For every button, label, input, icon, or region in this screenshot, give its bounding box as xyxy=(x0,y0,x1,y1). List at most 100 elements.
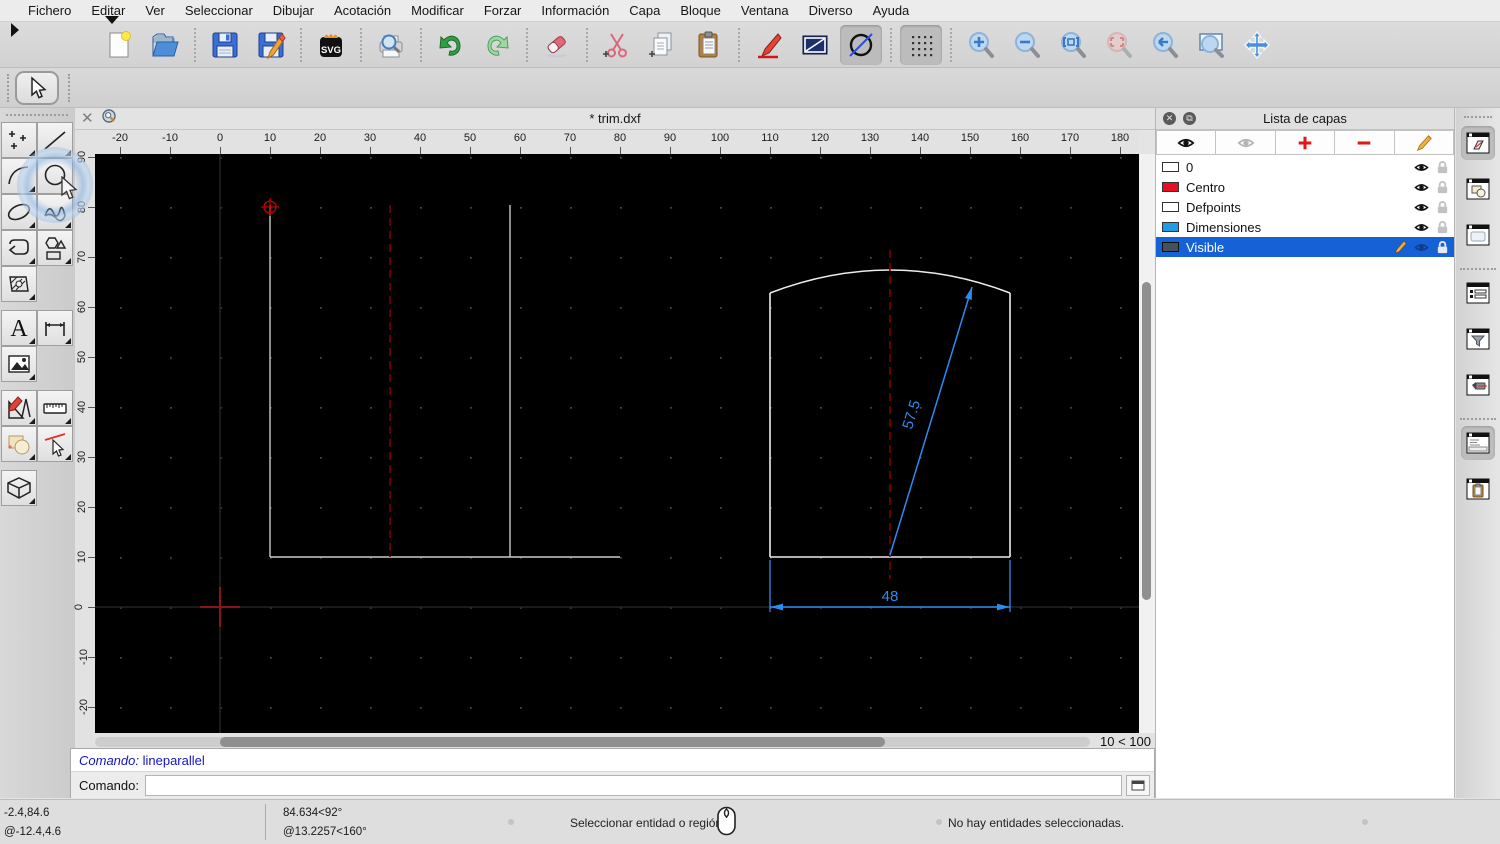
toolbar-drag-handle[interactable] xyxy=(68,74,70,102)
horizontal-scrollbar[interactable] xyxy=(95,737,1090,747)
panel-layer-list-toggle[interactable] xyxy=(1461,276,1495,310)
zoom-previous-button[interactable] xyxy=(1144,25,1186,65)
menu-item-diverso[interactable]: Diverso xyxy=(799,0,863,22)
horizontal-scrollbar-thumb[interactable] xyxy=(220,737,885,747)
layer-row-dimensiones[interactable]: Dimensiones xyxy=(1156,217,1454,237)
toolbar-drag-handle[interactable] xyxy=(7,74,9,102)
palette-drag-handle[interactable] xyxy=(6,114,68,116)
line-attributes-icon xyxy=(800,30,830,60)
dock-strip-handle[interactable] xyxy=(1464,116,1492,118)
circle-tool-button[interactable] xyxy=(37,158,73,194)
open-folder-button[interactable] xyxy=(144,25,186,65)
svg-export-button[interactable]: SVG xyxy=(310,25,352,65)
circle-slash-button[interactable] xyxy=(840,24,882,65)
layer-lock-icon[interactable] xyxy=(1435,160,1450,175)
spline-tool-button[interactable] xyxy=(37,194,73,230)
grid-toggle-button[interactable] xyxy=(900,24,942,65)
layer-lock-icon[interactable] xyxy=(1435,220,1450,235)
print-preview-button[interactable] xyxy=(370,25,412,65)
pen-button[interactable] xyxy=(748,25,790,65)
menu-item-acotacion[interactable]: Acotación xyxy=(324,0,401,22)
layer-visibility-icon[interactable] xyxy=(1414,240,1429,255)
pencil-small-icon[interactable] xyxy=(1393,239,1408,255)
arc-tool-button[interactable] xyxy=(1,158,37,194)
line-tool-button[interactable] xyxy=(37,122,73,158)
zoom-in-button[interactable] xyxy=(960,25,1002,65)
menu-item-dibujar[interactable]: Dibujar xyxy=(263,0,324,22)
hruler-tick xyxy=(620,147,621,154)
panel-filter-toggle[interactable] xyxy=(1461,322,1495,356)
undo-button[interactable] xyxy=(430,25,472,65)
layer-visibility-icon[interactable] xyxy=(1414,160,1429,175)
delete-button[interactable] xyxy=(536,25,578,65)
menu-item-bloque[interactable]: Bloque xyxy=(670,0,730,22)
eye-gray-button[interactable] xyxy=(1216,130,1276,155)
menu-item-ver[interactable]: Ver xyxy=(135,0,175,22)
undo-icon xyxy=(436,30,466,60)
layer-lock-icon[interactable] xyxy=(1435,240,1450,255)
edit-layer-button[interactable] xyxy=(1394,130,1455,155)
layer-visibility-icon[interactable] xyxy=(1414,180,1429,195)
menu-item-capa[interactable]: Capa xyxy=(619,0,670,22)
save-button[interactable] xyxy=(204,25,246,65)
modify-tool-button[interactable] xyxy=(1,390,37,426)
divide-tool-button[interactable] xyxy=(37,426,73,462)
panel-command-toggle[interactable] xyxy=(1461,426,1495,460)
image-tool-button[interactable] xyxy=(1,346,37,382)
layer-lock-icon[interactable] xyxy=(1435,200,1450,215)
menu-item-ventana[interactable]: Ventana xyxy=(731,0,799,22)
zoom-auto-button[interactable] xyxy=(1052,25,1094,65)
menu-item-forzar[interactable]: Forzar xyxy=(474,0,532,22)
statusbar-divider xyxy=(265,804,266,840)
line-attributes-button[interactable] xyxy=(794,25,836,65)
vertical-scrollbar[interactable] xyxy=(1139,154,1155,733)
polyline-tool-button[interactable] xyxy=(1,230,37,266)
submenu-corner xyxy=(29,222,35,228)
redo-button[interactable] xyxy=(476,25,518,65)
measure-tool-button[interactable] xyxy=(37,390,73,426)
points-tool-button[interactable] xyxy=(1,122,37,158)
save-as-button[interactable] xyxy=(250,25,292,65)
new-file-button[interactable] xyxy=(98,25,140,65)
drawing-canvas[interactable]: 57.5 48 xyxy=(95,154,1139,733)
modify2-tool-button[interactable] xyxy=(1,426,37,462)
command-detach-button[interactable] xyxy=(1126,774,1150,796)
hatch-tool-button[interactable] xyxy=(1,266,37,302)
solid-tool-button[interactable] xyxy=(1,470,37,506)
layer-row-defpoints[interactable]: Defpoints xyxy=(1156,197,1454,217)
layer-visibility-icon[interactable] xyxy=(1414,220,1429,235)
menu-item-ayuda[interactable]: Ayuda xyxy=(863,0,920,22)
text-tool-button[interactable]: A xyxy=(1,310,37,346)
remove-layer-button[interactable] xyxy=(1335,130,1395,155)
panel-clipboard-toggle[interactable] xyxy=(1461,472,1495,506)
zoom-out-button[interactable] xyxy=(1006,25,1048,65)
panel-pen-palette-toggle[interactable] xyxy=(1461,368,1495,402)
panel-layers-toggle[interactable] xyxy=(1461,126,1495,160)
layer-row-centro[interactable]: Centro xyxy=(1156,177,1454,197)
copy-button[interactable] xyxy=(642,25,684,65)
layer-lock-icon[interactable] xyxy=(1435,180,1450,195)
hruler-tick xyxy=(1070,147,1071,154)
eye-button[interactable] xyxy=(1156,130,1217,155)
panel-library-toggle[interactable] xyxy=(1461,218,1495,252)
ellipse-tool-button[interactable] xyxy=(1,194,37,230)
add-layer-button[interactable] xyxy=(1275,130,1336,155)
panel-blocks-toggle[interactable] xyxy=(1461,172,1495,206)
vertical-scrollbar-thumb[interactable] xyxy=(1142,282,1151,600)
zoom-window-button[interactable] xyxy=(1190,25,1232,65)
paste-button[interactable] xyxy=(688,25,730,65)
layer-visibility-icon[interactable] xyxy=(1414,200,1429,215)
hruler-label: 20 xyxy=(313,132,327,144)
menu-item-informacion[interactable]: Información xyxy=(531,0,619,22)
menu-item-fichero[interactable]: Fichero xyxy=(18,0,81,22)
menu-item-seleccionar[interactable]: Seleccionar xyxy=(175,0,263,22)
back-to-selection-button[interactable] xyxy=(15,71,59,105)
dimension-tool-button[interactable] xyxy=(37,310,73,346)
layer-row-visible[interactable]: Visible xyxy=(1156,237,1454,257)
cut-button[interactable] xyxy=(596,25,638,65)
layer-row-0[interactable]: 0 xyxy=(1156,157,1454,177)
polygon-tool-button[interactable] xyxy=(37,230,73,266)
menu-item-modificar[interactable]: Modificar xyxy=(401,0,474,22)
command-input[interactable] xyxy=(144,774,1122,796)
zoom-pan-button[interactable] xyxy=(1236,25,1278,65)
